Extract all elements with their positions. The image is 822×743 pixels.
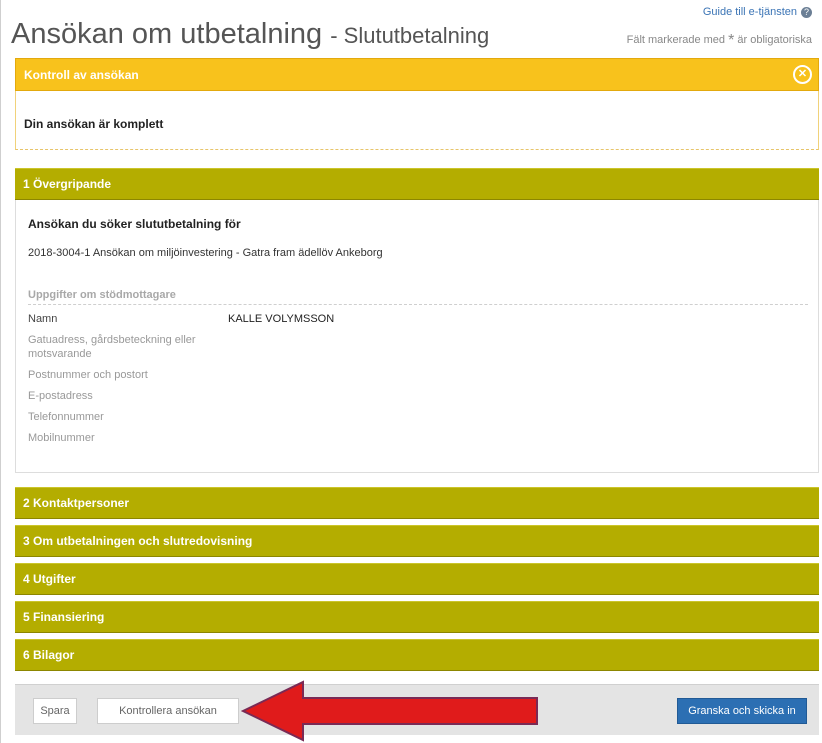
- validation-message: Din ansökan är komplett: [24, 117, 164, 131]
- section-header-expenses[interactable]: 4 Utgifter: [15, 563, 819, 595]
- section-header-attachments[interactable]: 6 Bilagor: [15, 639, 819, 671]
- arrow-shape: [241, 680, 538, 742]
- section-title: 2 Kontaktpersoner: [23, 496, 130, 510]
- required-fields-note: Fält markerade med * är obligatoriska: [626, 32, 812, 49]
- save-button[interactable]: Spara: [33, 698, 77, 724]
- guide-link[interactable]: Guide till e-tjänsten ?: [703, 6, 812, 18]
- page-subtitle: - Slututbetalning: [330, 23, 490, 48]
- field-row-phone: Telefonnummer: [28, 410, 808, 424]
- application-value: 2018-3004-1 Ansökan om miljöinvestering …: [28, 247, 383, 259]
- field-label: Gatuadress, gårdsbeteckning eller motsva…: [28, 334, 196, 360]
- validation-panel-body: Din ansökan är komplett: [15, 91, 819, 150]
- section-header-payment[interactable]: 3 Om utbetalningen och slutredovisning: [15, 525, 819, 557]
- field-label: Namn: [28, 313, 58, 325]
- field-label: E-postadress: [28, 390, 93, 402]
- check-application-button[interactable]: Kontrollera ansökan: [97, 698, 239, 724]
- section-title: 1 Övergripande: [23, 177, 112, 191]
- section-title: 6 Bilagor: [23, 648, 75, 662]
- field-row-postal: Postnummer och postort: [28, 368, 808, 382]
- validation-panel-header[interactable]: Kontroll av ansökan ✕: [15, 58, 819, 91]
- review-submit-button[interactable]: Granska och skicka in: [677, 698, 807, 724]
- field-label: Postnummer och postort: [28, 369, 148, 381]
- section-title: 5 Finansiering: [23, 610, 105, 624]
- page-header: Ansökan om utbetalning - Slututbetalning…: [1, 0, 822, 58]
- field-row-name: Namn KALLE VOLYMSSON: [28, 312, 808, 326]
- section-header-contacts[interactable]: 2 Kontaktpersoner: [15, 487, 819, 519]
- recipient-heading: Uppgifter om stödmottagare: [28, 289, 808, 305]
- section-title: 3 Om utbetalningen och slutredovisning: [23, 534, 253, 548]
- page: Ansökan om utbetalning - Slututbetalning…: [0, 0, 822, 743]
- question-label: Ansökan du söker slututbetalning för: [28, 217, 241, 231]
- required-star: *: [728, 32, 735, 49]
- help-icon[interactable]: ?: [801, 6, 812, 18]
- field-label: Mobilnummer: [28, 432, 95, 444]
- close-circle-icon[interactable]: ✕: [793, 65, 812, 84]
- section-header-financing[interactable]: 5 Finansiering: [15, 601, 819, 633]
- guide-link-label[interactable]: Guide till e-tjänsten: [703, 6, 797, 18]
- section-header-overview[interactable]: 1 Övergripande: [15, 168, 819, 200]
- validation-panel-title: Kontroll av ansökan: [24, 67, 139, 82]
- page-title-main: Ansökan om utbetalning: [11, 18, 323, 50]
- field-row-email: E-postadress: [28, 389, 808, 403]
- red-arrow-annotation: [241, 680, 538, 742]
- field-row-address: Gatuadress, gårdsbeteckning eller motsva…: [28, 333, 808, 361]
- field-row-mobile: Mobilnummer: [28, 431, 808, 445]
- section-body-overview: Ansökan du söker slututbetalning för 201…: [15, 200, 819, 473]
- page-title: Ansökan om utbetalning - Slututbetalning: [11, 18, 489, 51]
- section-title: 4 Utgifter: [23, 572, 76, 586]
- field-label: Telefonnummer: [28, 411, 104, 423]
- field-value: KALLE VOLYMSSON: [228, 313, 335, 325]
- main-content: Kontroll av ansökan ✕ Din ansökan är kom…: [15, 58, 819, 671]
